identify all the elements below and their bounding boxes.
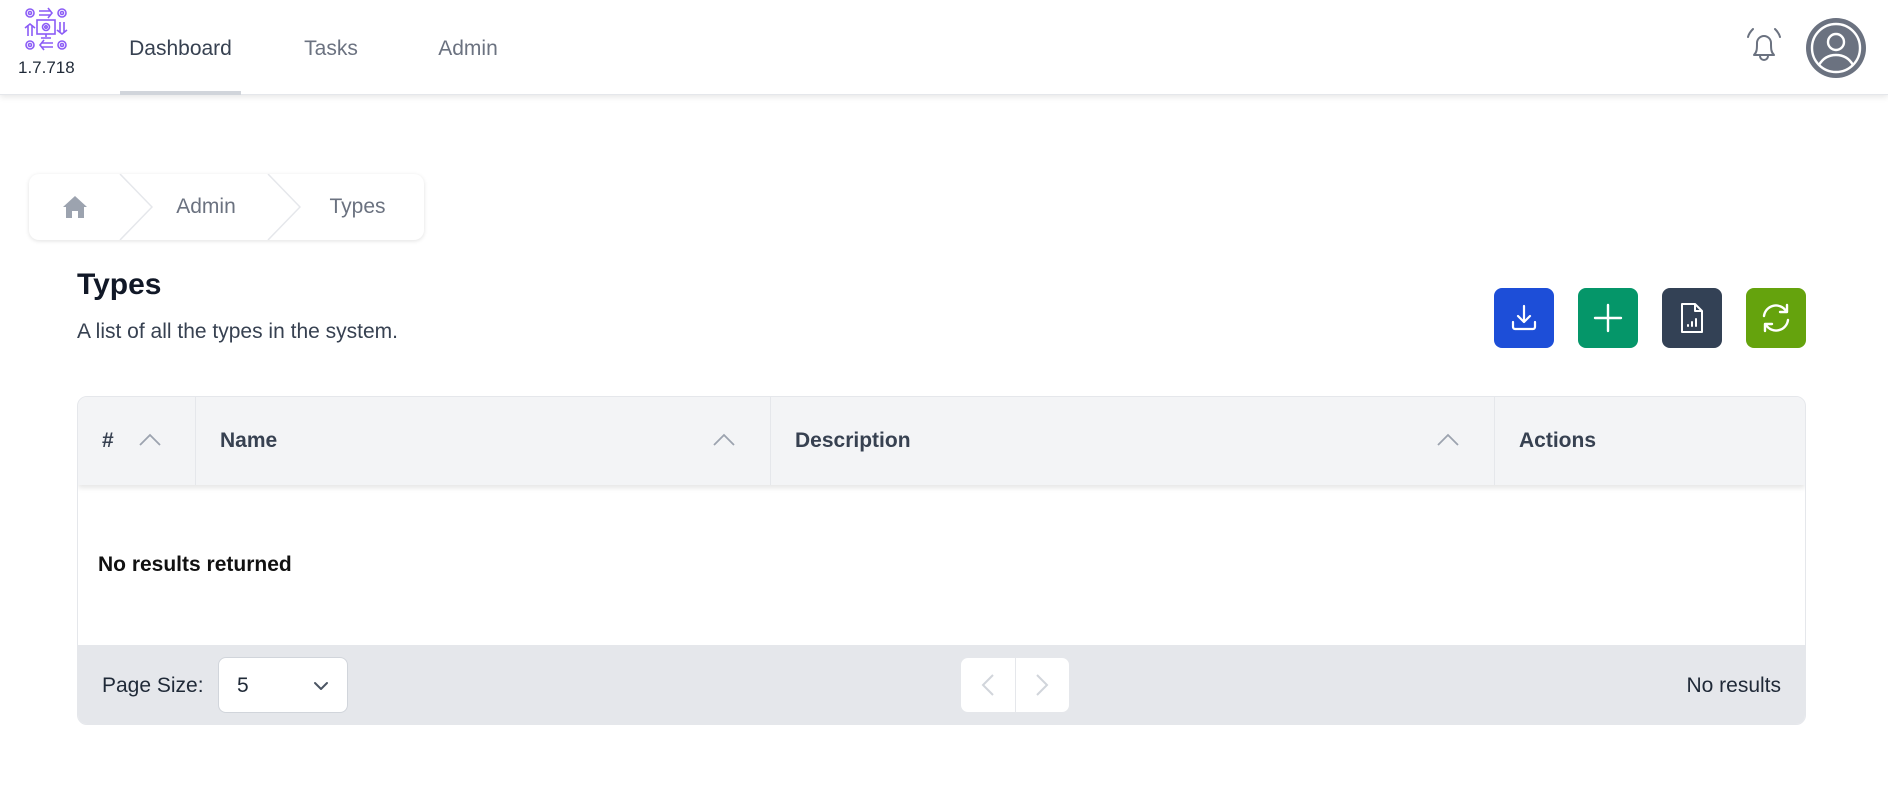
- home-icon: [63, 196, 87, 218]
- types-table: # Name Description Actions No results re…: [77, 396, 1806, 725]
- user-avatar-button[interactable]: [1806, 18, 1866, 78]
- download-button[interactable]: [1494, 288, 1554, 348]
- nav-dashboard[interactable]: Dashboard: [120, 0, 241, 95]
- page-size-value: 5: [237, 674, 249, 697]
- chevron-down-icon: [314, 682, 328, 690]
- breadcrumb: Admin Types: [29, 174, 424, 240]
- pagination: [960, 657, 1070, 713]
- table-footer: Page Size: 5 No results: [78, 645, 1805, 724]
- table-header: # Name Description Actions: [78, 397, 1805, 485]
- column-label: Actions: [1519, 429, 1597, 452]
- page-size-label: Page Size:: [102, 674, 204, 697]
- refresh-icon: [1762, 303, 1790, 333]
- breadcrumb-types[interactable]: Types: [269, 174, 424, 240]
- top-navbar: 1.7.718 Dashboard Tasks Admin: [0, 0, 1888, 95]
- workflow-gears-icon: [24, 7, 68, 51]
- column-label: Description: [795, 429, 911, 452]
- sort-ascending-icon[interactable]: [138, 431, 162, 449]
- add-type-button[interactable]: [1578, 288, 1638, 348]
- column-label: #: [102, 429, 114, 452]
- chevron-right-icon: [1036, 674, 1049, 696]
- previous-page-button[interactable]: [961, 658, 1015, 712]
- column-header-name[interactable]: Name: [195, 397, 770, 485]
- report-file-icon: [1681, 303, 1703, 333]
- column-header-id[interactable]: #: [78, 397, 195, 485]
- page-title: Types: [77, 268, 162, 301]
- results-count: No results: [1686, 674, 1781, 697]
- sort-ascending-icon[interactable]: [712, 431, 736, 449]
- page-size-select[interactable]: 5: [218, 657, 348, 713]
- bell-icon: [1747, 28, 1781, 61]
- breadcrumb-admin[interactable]: Admin: [121, 174, 269, 240]
- sort-ascending-icon[interactable]: [1436, 431, 1460, 449]
- nav-admin[interactable]: Admin: [418, 0, 518, 95]
- app-version: 1.7.718: [18, 58, 75, 77]
- chevron-left-icon: [981, 674, 994, 696]
- empty-state-message: No results returned: [98, 553, 292, 576]
- report-button[interactable]: [1662, 288, 1722, 348]
- user-circle-icon: [1810, 22, 1862, 74]
- column-label: Name: [220, 429, 278, 452]
- next-page-button[interactable]: [1014, 658, 1069, 712]
- plus-icon: [1593, 303, 1623, 333]
- nav-tasks[interactable]: Tasks: [286, 0, 376, 95]
- refresh-button[interactable]: [1746, 288, 1806, 348]
- column-header-description[interactable]: Description: [770, 397, 1494, 485]
- app-logo[interactable]: 1.7.718: [18, 6, 75, 86]
- page-subtitle: A list of all the types in the system.: [77, 320, 398, 343]
- column-header-actions: Actions: [1494, 397, 1805, 485]
- breadcrumb-home[interactable]: [29, 174, 121, 240]
- download-icon: [1511, 304, 1537, 331]
- notifications-button[interactable]: [1740, 25, 1788, 71]
